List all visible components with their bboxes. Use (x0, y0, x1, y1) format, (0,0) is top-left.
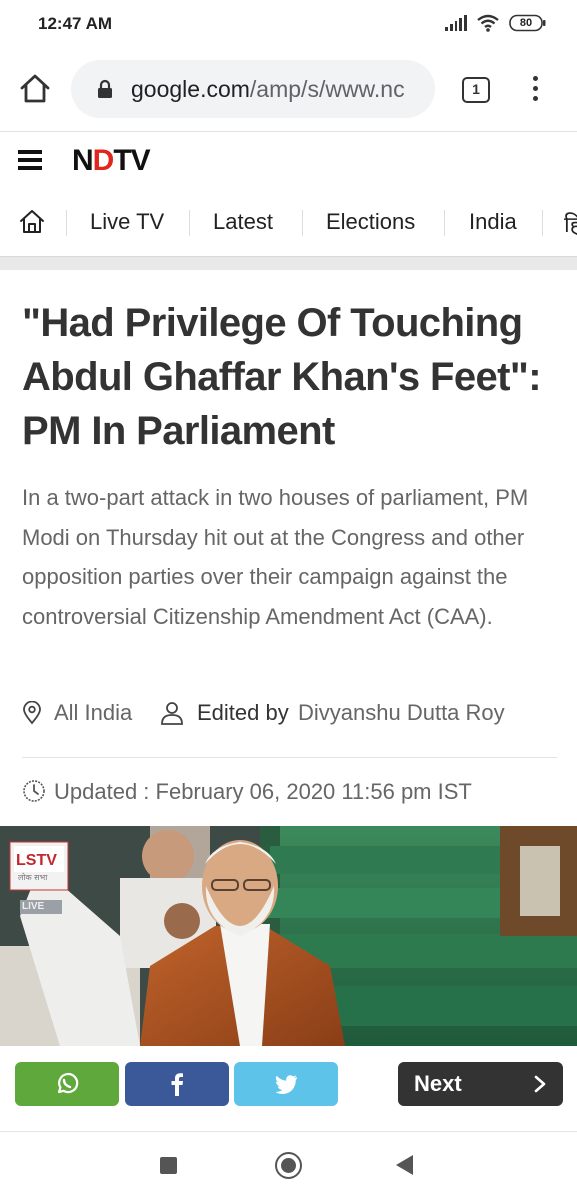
article-photo[interactable]: LSTV लोक सभा LIVE (0, 826, 577, 1046)
twitter-icon (275, 1075, 297, 1094)
url-path: /amp/s/www.nc (249, 76, 405, 102)
article-summary: In a two-part attack in two houses of pa… (22, 485, 529, 629)
person-icon (161, 702, 183, 725)
nav-bottom-rule (0, 256, 577, 270)
status-time: 12:47 AM (38, 14, 113, 33)
live-tag: LIVE (22, 901, 45, 912)
browser-home-button[interactable] (18, 72, 52, 106)
next-article-button[interactable]: Next (398, 1062, 563, 1106)
next-label: Next (414, 1071, 462, 1096)
browser-toolbar: google.com/amp/s/www.nc 1 (0, 48, 577, 132)
nav-home[interactable] (18, 208, 46, 236)
battery-level: 80 (519, 17, 533, 29)
lock-icon (98, 79, 112, 98)
article-byline: All India Edited by Divyanshu Dutta Roy (22, 696, 557, 732)
home-icon (20, 210, 44, 233)
channel-logo-text: LSTV (16, 852, 57, 869)
channel-logo-sub: लोक सभा (18, 873, 48, 882)
nav-divider (189, 210, 190, 236)
clock-icon (23, 780, 45, 802)
share-bar: Next (0, 1046, 577, 1132)
tabs-button[interactable]: 1 (462, 77, 490, 103)
location-pin-icon (23, 701, 41, 725)
more-vert-icon[interactable] (527, 76, 543, 104)
signal-icon (445, 15, 467, 31)
url-host: google.com (131, 76, 250, 102)
nav-divider (542, 210, 543, 236)
wifi-icon (477, 14, 499, 32)
byline-divider (22, 757, 557, 758)
home-icon (20, 74, 50, 103)
edited-by-label: Edited by (197, 700, 289, 725)
logo-part-2: D (92, 144, 115, 177)
logo-part-3: TV (113, 144, 150, 177)
recents-button[interactable] (160, 1157, 177, 1174)
nav-item-live-tv[interactable]: Live TV (90, 209, 164, 235)
chevron-right-icon (534, 1075, 546, 1093)
nav-item-india[interactable]: India (469, 209, 517, 235)
back-button[interactable] (396, 1155, 413, 1175)
facebook-icon (171, 1073, 183, 1096)
facebook-share-button[interactable] (125, 1062, 229, 1106)
site-header: NDTV (0, 132, 577, 192)
whatsapp-share-button[interactable] (15, 1062, 119, 1106)
article-location[interactable]: All India (54, 700, 132, 726)
nav-divider (66, 210, 67, 236)
ndtv-logo[interactable]: NDTV (72, 144, 151, 178)
nav-divider (444, 210, 445, 236)
nav-item-elections[interactable]: Elections (326, 209, 415, 235)
article-photo-image (0, 826, 577, 1046)
hamburger-icon[interactable] (18, 150, 42, 170)
url-text: google.com/amp/s/www.nc (131, 76, 405, 103)
battery-icon: 80 (509, 14, 547, 32)
android-nav-bar (0, 1132, 577, 1200)
whatsapp-icon (57, 1072, 79, 1094)
nav-divider (302, 210, 303, 236)
status-bar: 12:47 AM 80 (0, 0, 577, 48)
twitter-share-button[interactable] (234, 1062, 338, 1106)
android-home-button[interactable] (275, 1152, 302, 1179)
section-nav: Live TV Latest Elections India हि (0, 192, 577, 256)
article-headline: "Had Privilege Of Touching Abdul Ghaffar… (22, 301, 542, 453)
status-icons: 80 (445, 14, 547, 32)
nav-item-latest[interactable]: Latest (213, 209, 273, 235)
editor-name[interactable]: Divyanshu Dutta Roy (298, 700, 505, 726)
nav-item-hindi[interactable]: हि (564, 209, 577, 239)
updated-timestamp: Updated : February 06, 2020 11:56 pm IST (54, 779, 472, 804)
logo-part-1: N (72, 144, 94, 177)
address-bar[interactable]: google.com/amp/s/www.nc (71, 60, 435, 118)
